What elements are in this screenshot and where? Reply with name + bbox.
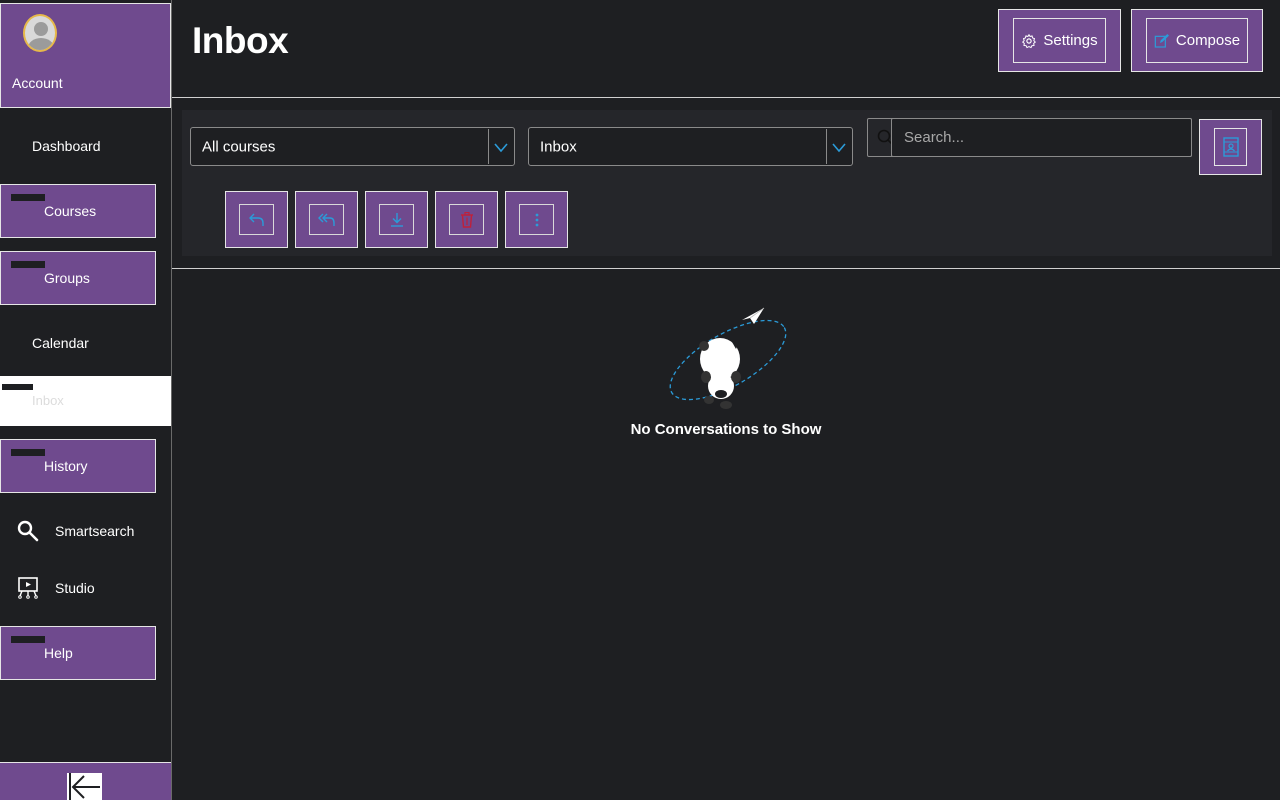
empty-inbox-illustration	[669, 307, 787, 409]
sidebar-item-groups[interactable]: Groups	[0, 251, 156, 305]
search-input[interactable]	[891, 118, 1192, 157]
sidebar-item-smartsearch[interactable]: Smartsearch	[0, 506, 171, 556]
gear-icon	[1022, 33, 1037, 48]
collapse-nav-button[interactable]	[0, 762, 171, 800]
settings-label: Settings	[1043, 32, 1098, 49]
settings-button[interactable]: Settings	[998, 9, 1121, 72]
sidebar-item-label: Groups	[44, 270, 90, 286]
reply-all-icon	[317, 213, 335, 226]
sidebar-item-history[interactable]: History	[0, 439, 156, 493]
divider	[172, 268, 1280, 269]
sidebar-item-label: Courses	[44, 203, 97, 219]
mailbox-filter-select[interactable]: Inbox	[528, 127, 853, 166]
sidebar-item-label: Calendar	[32, 335, 89, 351]
mailbox-filter-value: Inbox	[540, 138, 577, 155]
reply-icon	[248, 213, 264, 226]
avatar	[23, 14, 57, 52]
divider	[172, 97, 1280, 98]
sidebar-item-inbox[interactable]: Inbox	[0, 376, 171, 426]
course-filter-select[interactable]: All courses	[190, 127, 515, 166]
address-book-button[interactable]	[1199, 119, 1262, 175]
empty-state-message: No Conversations to Show	[0, 421, 1280, 438]
page-title: Inbox	[192, 20, 289, 61]
icon-placeholder	[11, 449, 45, 456]
course-filter-value: All courses	[202, 138, 276, 155]
sidebar-item-calendar[interactable]: Calendar	[0, 318, 171, 368]
sidebar-item-help[interactable]: Help	[0, 626, 156, 680]
sidebar-item-label: Account	[12, 75, 63, 91]
collapse-arrow-icon	[67, 773, 102, 800]
compose-icon	[1154, 33, 1169, 48]
chevron-down-icon	[832, 143, 846, 153]
reply-all-button[interactable]	[295, 191, 358, 248]
sidebar-item-label: Dashboard	[32, 138, 101, 154]
sidebar-item-label: History	[44, 458, 88, 474]
reply-button[interactable]	[225, 191, 288, 248]
more-options-button[interactable]	[505, 191, 568, 248]
icon-placeholder	[11, 261, 45, 268]
sidebar-item-label: Inbox	[32, 393, 64, 408]
sidebar-item-label: Help	[44, 645, 73, 661]
archive-button[interactable]	[365, 191, 428, 248]
sidebar-item-label: Studio	[55, 580, 95, 596]
compose-button[interactable]: Compose	[1131, 9, 1263, 72]
sidebar-item-account[interactable]: Account	[0, 3, 171, 108]
global-nav-sidebar: Account Dashboard Courses Groups Calenda…	[0, 0, 172, 800]
delete-button[interactable]	[435, 191, 498, 248]
trash-icon	[460, 211, 473, 228]
sidebar-item-dashboard[interactable]: Dashboard	[0, 121, 171, 171]
search-field	[867, 118, 1192, 157]
address-book-icon	[1222, 137, 1239, 157]
sidebar-item-label: Smartsearch	[55, 523, 135, 539]
search-icon	[17, 520, 39, 542]
icon-placeholder	[2, 384, 33, 390]
empty-state-text: No Conversations to Show	[630, 421, 822, 438]
sidebar-item-studio[interactable]: Studio	[0, 563, 171, 613]
more-icon	[535, 213, 538, 226]
icon-placeholder	[11, 636, 45, 643]
icon-placeholder	[11, 194, 45, 201]
compose-label: Compose	[1175, 32, 1241, 49]
studio-icon	[18, 577, 38, 599]
archive-icon	[390, 212, 403, 227]
chevron-down-icon	[494, 143, 508, 153]
sidebar-item-courses[interactable]: Courses	[0, 184, 156, 238]
